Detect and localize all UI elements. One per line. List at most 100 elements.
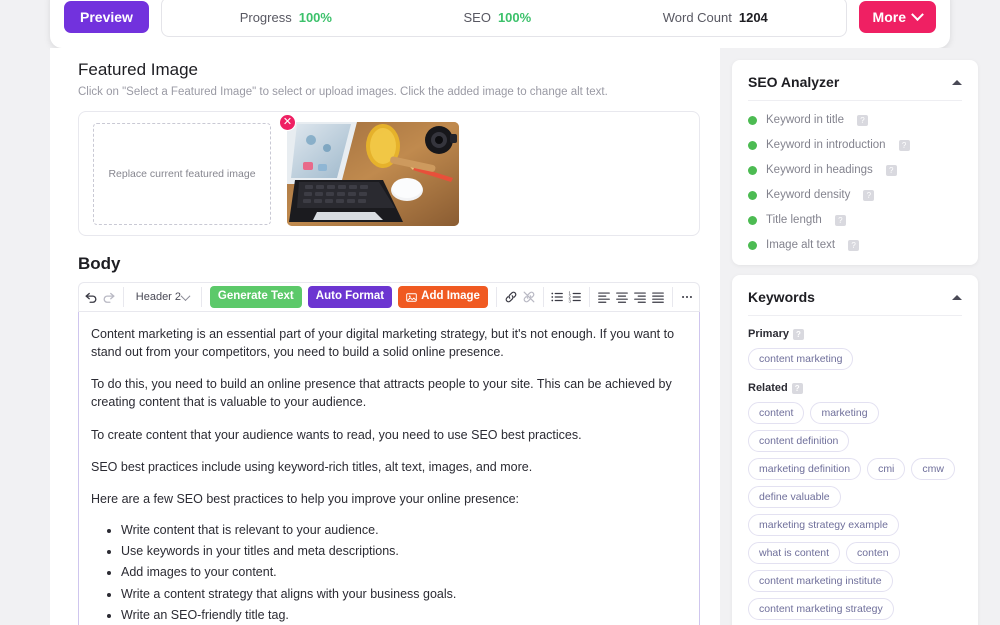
keywords-header: Keywords	[748, 289, 962, 316]
align-center-icon[interactable]	[614, 285, 630, 309]
related-keywords-label: Related ?	[748, 382, 962, 394]
more-options-icon[interactable]	[679, 285, 695, 309]
toolbar-divider-5	[589, 287, 591, 307]
primary-keywords-label: Primary ?	[748, 328, 962, 340]
list-item: Add images to your content.	[121, 564, 683, 582]
featured-image-thumbnail[interactable]	[287, 121, 459, 226]
image-icon	[406, 292, 417, 302]
redo-icon[interactable]	[101, 285, 117, 309]
keyword-chip[interactable]: define valuable	[748, 486, 841, 508]
remove-image-icon[interactable]: ✕	[279, 113, 296, 131]
related-label-text: Related	[748, 382, 788, 394]
body-editor[interactable]: Content marketing is an essential part o…	[78, 312, 700, 625]
help-icon[interactable]: ?	[834, 214, 846, 226]
undo-icon[interactable]	[83, 285, 99, 309]
status-dot-good	[748, 140, 757, 150]
editor-toolbar: Header 2 Generate Text Auto Format Add I…	[78, 282, 700, 312]
auto-format-button[interactable]: Auto Format	[307, 286, 393, 308]
chevron-down-icon	[180, 290, 191, 301]
help-icon[interactable]: ?	[848, 239, 860, 251]
seo-item-keyword-in-headings[interactable]: Keyword in headings ?	[748, 164, 962, 176]
help-icon[interactable]: ?	[792, 328, 804, 340]
keyword-chip[interactable]: cmw	[911, 458, 955, 480]
featured-image-card: Replace current featured image ✕	[78, 111, 700, 236]
list-item: Use keywords in your titles and meta des…	[121, 543, 683, 561]
add-image-button[interactable]: Add Image	[398, 286, 488, 308]
body-paragraph: Content marketing is an essential part o…	[91, 327, 675, 360]
format-select[interactable]: Header 2	[130, 285, 195, 309]
align-right-icon[interactable]	[632, 285, 648, 309]
keyword-chip[interactable]: content marketing	[748, 348, 854, 370]
align-justify-icon[interactable]	[650, 285, 666, 309]
collapse-seo-analyzer-icon[interactable]	[952, 79, 962, 85]
list-item: Write content that is relevant to your a…	[121, 522, 683, 540]
format-select-value: Header 2	[135, 291, 182, 303]
stat-word-count: Word Count 1204	[663, 10, 768, 25]
help-icon[interactable]: ?	[791, 382, 803, 394]
help-icon[interactable]: ?	[863, 189, 875, 201]
seo-item-label: Keyword in introduction	[766, 139, 886, 151]
keyword-chip[interactable]: marketing strategy example	[748, 514, 899, 536]
body-paragraph: Here are a few SEO best practices to hel…	[91, 491, 519, 506]
stat-progress-label: Progress	[239, 9, 292, 25]
body-paragraph: To do this, you need to build an online …	[91, 377, 672, 410]
stat-progress-value: 100%	[298, 9, 332, 25]
featured-image-title: Featured Image	[78, 60, 199, 79]
seo-item-image-alt-text[interactable]: Image alt text ?	[748, 239, 962, 251]
stat-seo-label: SEO	[463, 9, 491, 25]
sidebar: SEO Analyzer Keyword in title ? Keyword …	[720, 48, 1000, 625]
collapse-keywords-icon[interactable]	[952, 294, 962, 300]
top-toolbar: Preview Progress 100% SEO 100% Word Coun…	[50, 0, 950, 48]
toolbar-divider-1	[123, 287, 124, 307]
chevron-down-icon	[911, 7, 924, 21]
seo-item-keyword-in-title[interactable]: Keyword in title ?	[748, 114, 962, 126]
stat-word-count-label: Word Count	[662, 9, 732, 25]
help-icon[interactable]: ?	[898, 139, 910, 151]
seo-item-label: Keyword in headings	[766, 164, 873, 176]
seo-item-label: Title length	[766, 214, 822, 226]
more-button[interactable]: More	[858, 1, 936, 33]
numbered-list-icon[interactable]: 1 2 3	[567, 285, 583, 309]
keyword-chip[interactable]: content definition	[748, 430, 850, 452]
status-dot-good	[748, 165, 757, 175]
body-title: Body	[78, 254, 121, 273]
keyword-chip[interactable]: what is content	[748, 542, 841, 564]
bullet-list-icon[interactable]	[549, 285, 565, 309]
unlink-icon[interactable]	[521, 285, 537, 309]
featured-image-illustration	[287, 121, 459, 226]
link-icon[interactable]	[503, 285, 519, 309]
body-paragraph: To create content that your audience wan…	[91, 427, 582, 442]
body-bullet-list: Write content that is relevant to your a…	[121, 522, 683, 625]
stat-seo-value: 100%	[497, 9, 532, 25]
status-dot-good	[748, 115, 757, 125]
generate-text-button[interactable]: Generate Text	[209, 286, 302, 308]
primary-keyword-chips: content marketing	[748, 348, 962, 370]
seo-analyzer-header: SEO Analyzer	[748, 74, 962, 101]
seo-item-title-length[interactable]: Title length ?	[748, 214, 962, 226]
keyword-chip[interactable]: marketing definition	[748, 458, 862, 480]
seo-item-keyword-density[interactable]: Keyword density ?	[748, 189, 962, 201]
help-icon[interactable]: ?	[856, 114, 868, 126]
seo-item-keyword-in-introduction[interactable]: Keyword in introduction ?	[748, 139, 962, 151]
featured-image-thumb-wrap: ✕	[279, 113, 459, 226]
keywords-panel: Keywords Primary ? content marketing Rel…	[732, 275, 978, 625]
replace-featured-image-label: Replace current featured image	[108, 167, 256, 180]
toolbar-divider-4	[542, 287, 544, 307]
toolbar-divider-3	[495, 287, 497, 307]
align-left-icon[interactable]	[596, 285, 612, 309]
keyword-chip[interactable]: content marketing institute	[748, 570, 893, 592]
more-button-label: More	[872, 9, 906, 25]
keyword-chip[interactable]: content marketing strategy	[748, 598, 894, 620]
keyword-chip[interactable]: content	[748, 402, 805, 424]
help-icon[interactable]: ?	[885, 164, 897, 176]
keyword-chip[interactable]: cmi	[867, 458, 906, 480]
preview-button[interactable]: Preview	[64, 1, 149, 33]
keyword-chip[interactable]: conten	[846, 542, 900, 564]
replace-featured-image-dropzone[interactable]: Replace current featured image	[93, 122, 271, 225]
toolbar-divider-2	[201, 287, 202, 307]
keyword-chip[interactable]: marketing	[810, 402, 879, 424]
stat-seo: SEO 100%	[463, 10, 531, 25]
toolbar-divider-6	[672, 287, 673, 307]
list-item: Write an SEO-friendly title tag.	[121, 607, 683, 625]
seo-analyzer-title: SEO Analyzer	[748, 74, 840, 90]
